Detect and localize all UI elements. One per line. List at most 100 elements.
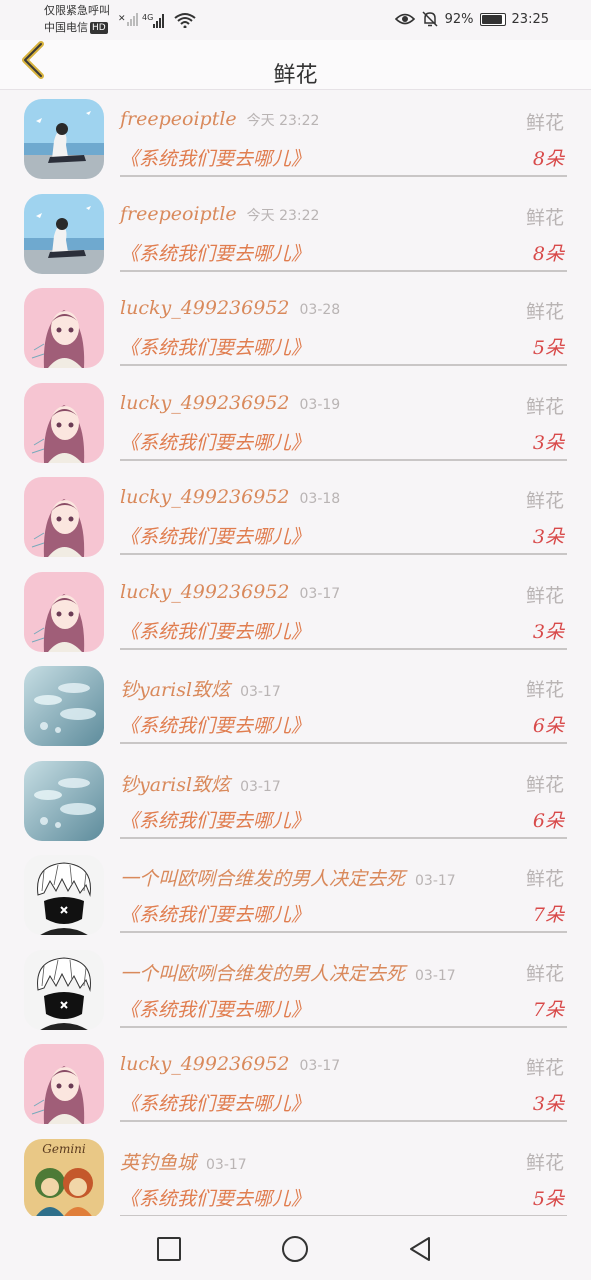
- list-item[interactable]: Gemini 英钓鱼城 03-17 鲜花 《系统我们要去哪儿》 5朵: [0, 1132, 591, 1227]
- divider: [120, 931, 567, 933]
- book-title[interactable]: 《系统我们要去哪儿》: [120, 1089, 310, 1116]
- timestamp: 03-17: [415, 873, 456, 889]
- avatar[interactable]: [24, 99, 104, 179]
- avatar[interactable]: Gemini: [24, 1138, 104, 1219]
- username[interactable]: lucky_499236952: [120, 1053, 290, 1075]
- flower-count: 3朵: [532, 526, 564, 548]
- flower-record-list: freepeoiptle 今天 23:22 鲜花 《系统我们要去哪儿》 8朵 fr…: [0, 92, 591, 1226]
- book-title[interactable]: 《系统我们要去哪儿》: [120, 333, 310, 360]
- timestamp: 今天 23:22: [246, 207, 320, 224]
- gift-type-label: 鲜花: [523, 202, 564, 230]
- list-item[interactable]: 一个叫欧咧合维发的男人决定去死 03-17 鲜花 《系统我们要去哪儿》 7朵: [0, 848, 591, 943]
- list-item[interactable]: freepeoiptle 今天 23:22 鲜花 《系统我们要去哪儿》 8朵: [0, 92, 591, 187]
- gift-type-label: 鲜花: [523, 958, 564, 986]
- divider: [120, 553, 567, 555]
- divider: [120, 647, 567, 650]
- gift-type-label: 鲜花: [523, 1053, 564, 1080]
- avatar[interactable]: [24, 1044, 104, 1124]
- list-item[interactable]: freepeoiptle 今天 23:22 鲜花 《系统我们要去哪儿》 8朵: [0, 187, 591, 282]
- book-title[interactable]: 《系统我们要去哪儿》: [120, 995, 310, 1022]
- home-button[interactable]: [280, 1234, 310, 1264]
- timestamp: 03-17: [240, 684, 281, 700]
- username[interactable]: 钞yarisl致炫: [120, 774, 230, 796]
- list-item[interactable]: lucky_499236952 03-19 鲜花 《系统我们要去哪儿》 3朵: [0, 376, 591, 471]
- list-item[interactable]: 钞yarisl致炫 03-17 鲜花 《系统我们要去哪儿》 6朵: [0, 659, 591, 754]
- app-header: 鲜花: [0, 40, 591, 90]
- username[interactable]: 英钓鱼城: [120, 1152, 196, 1174]
- divider: [120, 269, 567, 272]
- list-item[interactable]: lucky_499236952 03-17 鲜花 《系统我们要去哪儿》 3朵: [0, 565, 591, 660]
- book-title[interactable]: 《系统我们要去哪儿》: [120, 900, 310, 927]
- avatar[interactable]: [24, 288, 104, 368]
- username[interactable]: 钞yarisl致炫: [120, 679, 230, 701]
- recent-apps-button[interactable]: [154, 1234, 184, 1264]
- avatar[interactable]: [24, 477, 104, 557]
- gift-type-label: 鲜花: [523, 297, 564, 324]
- gift-type-label: 鲜花: [523, 580, 564, 608]
- battery-percent: 92%: [444, 11, 474, 27]
- timestamp: 03-17: [415, 967, 456, 984]
- gift-type-label: 鲜花: [523, 1147, 564, 1175]
- gift-type-label: 鲜花: [523, 675, 564, 702]
- timestamp: 03-17: [240, 778, 281, 795]
- username[interactable]: 一个叫欧咧合维发的男人决定去死: [120, 868, 405, 890]
- avatar[interactable]: [24, 571, 104, 652]
- network-type: 4G: [142, 13, 153, 22]
- avatar[interactable]: [24, 382, 104, 463]
- flower-count: 7朵: [532, 998, 564, 1021]
- carrier-info: 仅限紧急呼叫 中国电信 HD: [44, 2, 110, 36]
- avatar[interactable]: [24, 855, 104, 935]
- signal-icon: 4G: [142, 13, 164, 28]
- list-item[interactable]: lucky_499236952 03-17 鲜花 《系统我们要去哪儿》 3朵: [0, 1037, 591, 1132]
- book-title[interactable]: 《系统我们要去哪儿》: [120, 806, 310, 833]
- username[interactable]: lucky_499236952: [120, 581, 290, 603]
- username[interactable]: lucky_499236952: [120, 297, 290, 319]
- timestamp: 03-18: [299, 491, 341, 507]
- book-title[interactable]: 《系统我们要去哪儿》: [120, 428, 310, 455]
- book-title[interactable]: 《系统我们要去哪儿》: [120, 617, 310, 644]
- username[interactable]: lucky_499236952: [120, 486, 290, 508]
- username[interactable]: 一个叫欧咧合维发的男人决定去死: [120, 963, 405, 985]
- flower-count: 5朵: [532, 1187, 564, 1210]
- carrier-name: 中国电信: [44, 21, 88, 34]
- flower-count: 7朵: [532, 904, 564, 926]
- avatar[interactable]: [24, 760, 104, 841]
- clock: 23:25: [511, 11, 549, 27]
- list-item[interactable]: lucky_499236952 03-28 鲜花 《系统我们要去哪儿》 5朵: [0, 281, 591, 376]
- battery-icon: [479, 12, 506, 26]
- timestamp: 03-19: [299, 396, 341, 413]
- timestamp: 03-28: [299, 302, 341, 318]
- username[interactable]: lucky_499236952: [120, 392, 290, 414]
- book-title[interactable]: 《系统我们要去哪儿》: [120, 239, 310, 266]
- book-title[interactable]: 《系统我们要去哪儿》: [120, 1184, 310, 1211]
- list-item[interactable]: 钞yarisl致炫 03-17 鲜花 《系统我们要去哪儿》 6朵: [0, 754, 591, 849]
- book-title[interactable]: 《系统我们要去哪儿》: [120, 144, 310, 171]
- timestamp: 今天 23:22: [246, 113, 320, 129]
- timestamp: 03-17: [299, 1058, 341, 1074]
- system-back-button[interactable]: [405, 1234, 435, 1264]
- flower-count: 3朵: [532, 431, 564, 454]
- gift-type-label: 鲜花: [523, 391, 564, 419]
- avatar[interactable]: [24, 949, 104, 1030]
- book-title[interactable]: 《系统我们要去哪儿》: [120, 522, 310, 549]
- hd-badge: HD: [90, 22, 108, 34]
- flower-count: 3朵: [532, 620, 564, 643]
- mute-bell-icon: [422, 11, 438, 27]
- square-icon: [157, 1237, 181, 1261]
- flower-count: 8朵: [532, 242, 564, 265]
- list-item[interactable]: 一个叫欧咧合维发的男人决定去死 03-17 鲜花 《系统我们要去哪儿》 7朵: [0, 943, 591, 1038]
- book-title[interactable]: 《系统我们要去哪儿》: [120, 711, 310, 738]
- divider: [120, 364, 567, 366]
- username[interactable]: freepeoiptle: [120, 203, 237, 225]
- divider: [120, 175, 567, 177]
- list-item[interactable]: lucky_499236952 03-18 鲜花 《系统我们要去哪儿》 3朵: [0, 470, 591, 565]
- gift-type-label: 鲜花: [523, 108, 564, 135]
- avatar[interactable]: [24, 193, 104, 274]
- avatar[interactable]: [24, 666, 104, 746]
- flower-count: 3朵: [532, 1093, 564, 1115]
- username[interactable]: freepeoiptle: [120, 108, 237, 130]
- flower-count: 5朵: [532, 337, 564, 359]
- divider: [120, 742, 567, 744]
- gift-type-label: 鲜花: [523, 864, 564, 891]
- no-sim-signal-icon: ✕: [118, 13, 138, 26]
